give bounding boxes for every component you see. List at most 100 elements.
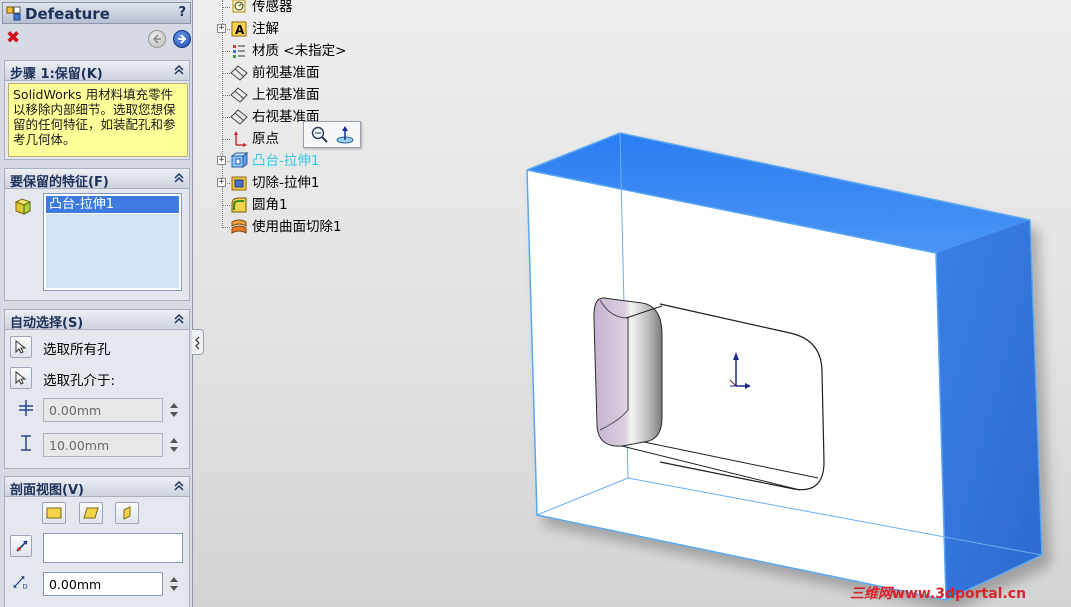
section-offset-field[interactable]: 0.00mm <box>43 572 163 596</box>
tree-item-label: 前视基准面 <box>252 65 320 81</box>
tree-item-annotations[interactable]: + A 注解 <box>208 19 408 39</box>
zoom-to-selection-icon[interactable] <box>309 125 331 145</box>
panel-collapse-handle[interactable] <box>192 329 204 355</box>
step1-group-header[interactable]: 步骤 1:保留(K) <box>5 61 189 82</box>
collapse-chevron-icon[interactable] <box>173 313 185 325</box>
pm-title-bar: Defeature ? <box>2 2 191 24</box>
block-right-face <box>936 220 1042 600</box>
tree-item-label: 切除-拉伸1 <box>252 175 320 191</box>
select-all-holes-label: 选取所有孔 <box>43 342 111 358</box>
max-hole-size-stepper[interactable] <box>167 433 181 457</box>
defeatured-block-model <box>526 132 1043 601</box>
step1-group: 步骤 1:保留(K) SolidWorks 用材料填充零件以移除内部细节。选取您… <box>4 60 190 160</box>
plane-icon <box>230 109 248 125</box>
block-front-face <box>527 170 946 600</box>
keep-features-list[interactable]: 凸台-拉伸1 <box>43 193 182 291</box>
defeature-icon <box>6 6 21 21</box>
collapse-chevron-icon[interactable] <box>173 480 185 492</box>
reference-arrow-icon <box>16 540 28 552</box>
keep-features-label: 要保留的特征(F) <box>10 175 109 190</box>
origin-triad-icon <box>729 352 751 389</box>
pm-title: Defeature <box>25 5 110 23</box>
watermark: 三维网www.3dportal.cn <box>850 583 1026 603</box>
step1-message: SolidWorks 用材料填充零件以移除内部细节。选取您想保留的任何特征，如装… <box>8 83 188 157</box>
cancel-button[interactable]: ✖ <box>6 28 20 48</box>
section-view-header[interactable]: 剖面视图(V) <box>5 477 189 498</box>
tree-item-label: 传感器 <box>252 0 293 15</box>
front-plane-icon <box>46 507 62 519</box>
boss-extrude-icon <box>230 152 248 168</box>
normal-to-icon[interactable] <box>334 125 356 145</box>
help-button[interactable]: ? <box>178 5 186 20</box>
min-hole-size-stepper[interactable] <box>167 398 181 422</box>
property-manager-panel: Defeature ? ✖ 步骤 1:保留(K) SolidWorks 用材料填… <box>0 0 193 607</box>
tree-item-label: 材质 <未指定> <box>252 43 347 59</box>
max-hole-size-field[interactable]: 10.00mm <box>43 433 163 457</box>
tree-item-material[interactable]: 材质 <未指定> <box>208 41 408 61</box>
fillet-icon <box>231 197 247 213</box>
sensor-icon <box>232 0 246 13</box>
tree-item-fillet[interactable]: 圆角1 <box>208 195 408 215</box>
pocket-cut <box>593 297 825 491</box>
list-item[interactable]: 凸台-拉伸1 <box>46 196 179 213</box>
origin-icon <box>234 131 247 147</box>
tree-item-boss-extrude[interactable]: + 凸台-拉伸1 <box>208 151 408 171</box>
tree-item-label: 上视基准面 <box>252 87 320 103</box>
collapse-chevron-icon[interactable] <box>173 64 185 76</box>
max-diameter-icon <box>21 435 31 451</box>
tree-item-label: 圆角1 <box>252 197 288 213</box>
section-offset-stepper[interactable] <box>167 572 181 596</box>
offset-distance-icon: D <box>13 576 28 591</box>
surface-cut-icon <box>231 219 247 234</box>
keep-features-group: 要保留的特征(F) 凸台-拉伸1 <box>4 168 190 301</box>
tree-item-label: 注解 <box>252 21 279 37</box>
tree-item-front-plane[interactable]: 前视基准面 <box>208 63 408 83</box>
top-plane-icon <box>83 507 99 519</box>
section-view-label: 剖面视图(V) <box>10 483 84 498</box>
tree-item-label: 使用曲面切除1 <box>252 219 342 235</box>
feature-cube-icon <box>14 198 32 215</box>
min-diameter-icon <box>19 400 33 416</box>
expand-icon[interactable]: + <box>217 156 226 165</box>
context-toolbar <box>303 121 361 148</box>
cursor-arrow-icon <box>15 340 27 354</box>
reference-plane-button[interactable] <box>10 535 32 557</box>
select-all-holes-button[interactable] <box>10 336 32 358</box>
svg-text:D: D <box>23 583 28 591</box>
expand-icon[interactable]: + <box>217 178 226 187</box>
expand-icon[interactable]: + <box>217 24 226 33</box>
keep-features-header[interactable]: 要保留的特征(F) <box>5 169 189 190</box>
plane-icon <box>230 87 248 103</box>
tree-item-top-plane[interactable]: 上视基准面 <box>208 85 408 105</box>
tree-item-sensors[interactable]: 传感器 <box>208 0 408 17</box>
front-plane-section-button[interactable] <box>42 502 66 524</box>
arrow-right-icon <box>178 34 187 44</box>
cut-extrude-icon <box>231 176 247 191</box>
cursor-arrow-icon <box>15 371 27 385</box>
step1-label: 步骤 1:保留(K) <box>10 67 103 82</box>
tree-item-label: 凸台-拉伸1 <box>252 153 320 169</box>
svg-text:A: A <box>235 23 245 37</box>
tree-item-cut-extrude[interactable]: + 切除-拉伸1 <box>208 173 408 193</box>
double-chevron-left-icon <box>195 336 200 350</box>
annotation-icon: A <box>231 21 247 37</box>
auto-select-header[interactable]: 自动选择(S) <box>5 310 189 331</box>
back-button[interactable] <box>148 30 166 48</box>
watermark-cn: 三维网 <box>850 586 892 602</box>
select-holes-between-button[interactable] <box>10 367 32 389</box>
next-button[interactable] <box>173 30 191 48</box>
collapse-chevron-icon[interactable] <box>173 172 185 184</box>
min-hole-size-field[interactable]: 0.00mm <box>43 398 163 422</box>
select-holes-between-label: 选取孔介于: <box>43 373 116 389</box>
section-view-group: 剖面视图(V) D 0.00mm <box>4 476 190 607</box>
block-top-face <box>527 133 1030 253</box>
right-plane-section-button[interactable] <box>115 502 139 524</box>
arrow-left-icon <box>152 34 161 44</box>
top-plane-section-button[interactable] <box>79 502 103 524</box>
section-reference-field[interactable] <box>43 533 183 563</box>
feature-manager-tree: 传感器 + A 注解 材质 <未指定> 前视基准面 上视基准面 右视基准面 原点… <box>208 0 408 240</box>
watermark-url: www.3dportal.cn <box>892 586 1027 602</box>
tree-item-surface-cut[interactable]: 使用曲面切除1 <box>208 217 408 237</box>
material-icon <box>233 45 245 58</box>
auto-select-group: 自动选择(S) 选取所有孔 选取孔介于: 0.00mm 10.00mm <box>4 309 190 469</box>
